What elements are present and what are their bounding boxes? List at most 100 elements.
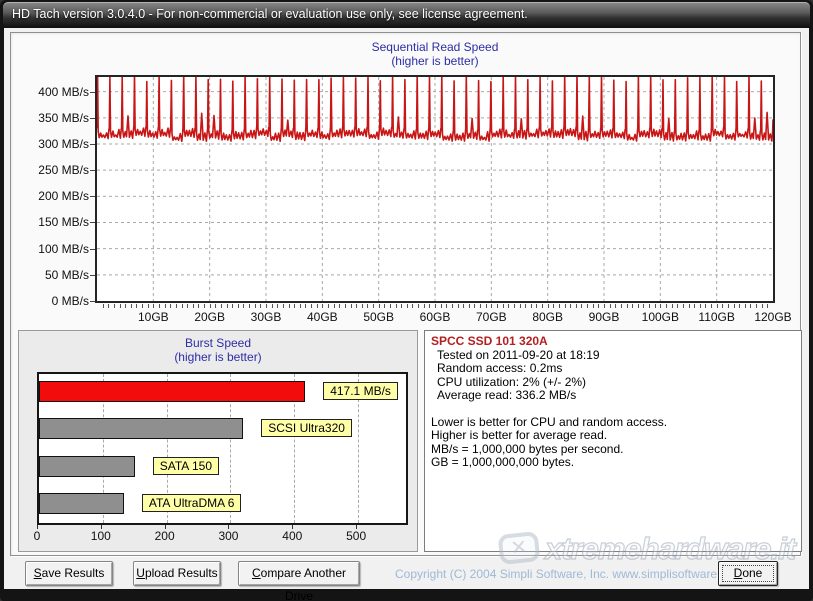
- burst-bar: [39, 493, 124, 514]
- upload-results-button[interactable]: Upload Results: [133, 561, 221, 586]
- x-axis-minor-tick: [677, 304, 678, 308]
- x-axis-tick-label: 10GB: [125, 310, 181, 324]
- x-axis-minor-tick: [728, 304, 729, 308]
- x-axis-minor-tick: [424, 304, 425, 308]
- x-axis-minor-tick: [328, 304, 329, 308]
- x-axis-minor-tick: [542, 304, 543, 308]
- burst-x-tick-label: 0: [17, 529, 57, 543]
- x-axis-minor-tick: [745, 304, 746, 308]
- burst-bar-label: SCSI Ultra320: [261, 419, 352, 437]
- x-axis-minor-tick: [469, 304, 470, 308]
- drive-detail-line: CPU utilization: 2% (+/- 2%): [431, 376, 795, 390]
- compare-another-drive-button[interactable]: Compare Another Drive: [238, 561, 360, 586]
- x-axis-minor-tick: [103, 304, 104, 308]
- burst-x-tick-label: 200: [145, 529, 185, 543]
- burst-bar-label: ATA UltraDMA 6: [142, 494, 242, 512]
- x-axis-minor-tick: [412, 304, 413, 308]
- drive-details: Tested on 2011-09-20 at 18:19Random acce…: [431, 349, 795, 403]
- x-axis-minor-tick: [452, 304, 453, 308]
- x-axis-minor-tick: [734, 304, 735, 308]
- sequential-chart-title: Sequential Read Speed (higher is better): [95, 40, 775, 68]
- copyright-text: Copyright (C) 2004 Simpli Software, Inc.…: [395, 567, 743, 581]
- x-axis-tick-label: 20GB: [182, 310, 238, 324]
- x-axis-minor-tick: [277, 304, 278, 308]
- x-axis-minor-tick: [272, 304, 273, 308]
- x-axis-minor-tick: [390, 304, 391, 308]
- x-axis-minor-tick: [418, 304, 419, 308]
- x-axis-minor-tick: [215, 304, 216, 308]
- x-axis-minor-tick: [176, 304, 177, 308]
- x-axis-minor-tick: [531, 304, 532, 308]
- x-axis-minor-tick: [441, 304, 442, 308]
- window-title: HD Tach version 3.0.4.0 - For non-commer…: [12, 7, 528, 21]
- x-axis-minor-tick: [474, 304, 475, 308]
- x-axis-minor-tick: [756, 304, 757, 308]
- x-axis-minor-tick: [717, 304, 718, 308]
- x-axis-minor-tick: [294, 304, 295, 308]
- y-axis-tick: [90, 118, 95, 119]
- x-axis-minor-tick: [621, 304, 622, 308]
- x-axis-minor-tick: [305, 304, 306, 308]
- x-axis-minor-tick: [227, 304, 228, 308]
- x-axis-minor-tick: [204, 304, 205, 308]
- y-axis-tick: [90, 92, 95, 93]
- x-axis-minor-tick: [159, 304, 160, 308]
- drive-detail-line: Average read: 336.2 MB/s: [431, 389, 795, 403]
- burst-chart-title-line: Burst Speed: [19, 336, 417, 350]
- burst-bar-connector: [124, 503, 142, 505]
- x-axis-minor-tick: [334, 304, 335, 308]
- x-axis-minor-tick: [480, 304, 481, 308]
- x-axis-minor-tick: [503, 304, 504, 308]
- x-axis-minor-tick: [660, 304, 661, 308]
- info-note-line: MB/s = 1,000,000 bytes per second.: [431, 443, 795, 457]
- y-axis-tick: [90, 170, 95, 171]
- x-axis-minor-tick: [322, 304, 323, 308]
- x-axis-minor-tick: [711, 304, 712, 308]
- x-axis-minor-tick: [463, 304, 464, 308]
- y-axis-tick-label: 50 MB/s: [11, 268, 89, 282]
- burst-x-tick: [101, 525, 102, 529]
- x-axis-minor-tick: [243, 304, 244, 308]
- x-axis-minor-tick: [198, 304, 199, 308]
- x-axis-minor-tick: [114, 304, 115, 308]
- x-axis-minor-tick: [125, 304, 126, 308]
- x-axis-minor-tick: [565, 304, 566, 308]
- burst-bar-connector: [243, 428, 261, 430]
- window-titlebar[interactable]: HD Tach version 3.0.4.0 - For non-commer…: [3, 2, 810, 28]
- burst-bar-connector: [135, 466, 153, 468]
- x-axis-minor-tick: [553, 304, 554, 308]
- x-axis-minor-tick: [148, 304, 149, 308]
- drive-detail-line: Random access: 0.2ms: [431, 362, 795, 376]
- burst-speed-panel: Burst Speed (higher is better) 417.1 MB/…: [18, 330, 418, 552]
- x-axis-minor-tick: [120, 304, 121, 308]
- save-results-button[interactable]: Save Results: [25, 561, 113, 586]
- x-axis-minor-tick: [570, 304, 571, 308]
- drive-detail-line: Tested on 2011-09-20 at 18:19: [431, 349, 795, 363]
- x-axis-minor-tick: [396, 304, 397, 308]
- burst-x-tick: [228, 525, 229, 529]
- x-axis-minor-tick: [153, 304, 154, 308]
- sequential-read-chart: [95, 75, 775, 303]
- y-axis-tick: [90, 222, 95, 223]
- x-axis-minor-tick: [379, 304, 380, 308]
- done-button[interactable]: Done: [718, 561, 778, 586]
- x-axis-tick-label: 80GB: [520, 310, 576, 324]
- x-axis-minor-tick: [187, 304, 188, 308]
- x-axis-minor-tick: [655, 304, 656, 308]
- burst-x-tick: [37, 525, 38, 529]
- x-axis-minor-tick: [458, 304, 459, 308]
- x-axis-minor-tick: [536, 304, 537, 308]
- x-axis-minor-tick: [384, 304, 385, 308]
- x-axis-minor-tick: [694, 304, 695, 308]
- info-note-line: Lower is better for CPU and random acces…: [431, 416, 795, 430]
- x-axis-minor-tick: [638, 304, 639, 308]
- x-axis-tick-label: 50GB: [351, 310, 407, 324]
- x-axis-minor-tick: [700, 304, 701, 308]
- info-note-line: GB = 1,000,000,000 bytes.: [431, 456, 795, 470]
- x-axis-minor-tick: [289, 304, 290, 308]
- x-axis-minor-tick: [514, 304, 515, 308]
- x-axis-minor-tick: [615, 304, 616, 308]
- x-axis-minor-tick: [435, 304, 436, 308]
- y-axis-tick-label: 300 MB/s: [11, 137, 89, 151]
- x-axis-minor-tick: [255, 304, 256, 308]
